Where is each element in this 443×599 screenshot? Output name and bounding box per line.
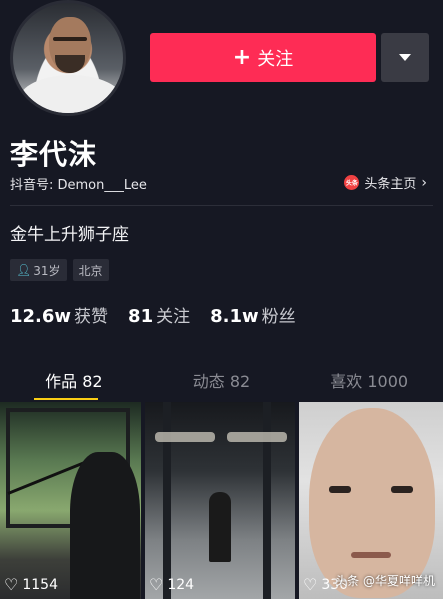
avatar-beard bbox=[55, 55, 85, 73]
follow-button[interactable]: + 关注 bbox=[150, 33, 376, 82]
tab-moments[interactable]: 动态 82 bbox=[148, 362, 296, 400]
person-icon: 👤︎ bbox=[16, 263, 32, 277]
heart-icon: ♡ bbox=[303, 575, 318, 594]
city-label: 北京 bbox=[78, 263, 103, 278]
heart-icon: ♡ bbox=[149, 575, 164, 594]
chevron-down-icon bbox=[399, 54, 411, 61]
profile-name: 李代沫 bbox=[10, 138, 98, 171]
face-mouth bbox=[351, 552, 391, 558]
video-thumbnail[interactable]: ♡ 124 bbox=[145, 402, 295, 599]
toutiao-icon: 头条 bbox=[344, 175, 360, 190]
stat-followers-num: 8.1w bbox=[210, 306, 259, 327]
face-eye bbox=[329, 486, 351, 493]
stat-followers[interactable]: 8.1w 粉丝 bbox=[210, 302, 296, 327]
age-label: 31岁 bbox=[33, 263, 61, 278]
profile-stats: 12.6w 获赞 81 关注 8.1w 粉丝 bbox=[10, 302, 296, 327]
toutiao-home-link[interactable]: 头条 头条主页 › bbox=[344, 173, 427, 192]
watermark: 头条 @华夏咩咩机 bbox=[335, 572, 435, 589]
chevron-right-icon: › bbox=[421, 174, 427, 191]
divider bbox=[10, 205, 433, 206]
stat-likes-label: 获赞 bbox=[74, 307, 109, 327]
video-likes: ♡ 124 bbox=[149, 575, 195, 594]
profile-tabs: 作品 82 动态 82 喜欢 1000 bbox=[0, 362, 443, 400]
age-tag: 👤︎ 31岁 bbox=[10, 259, 67, 281]
heart-icon: ♡ bbox=[4, 575, 19, 594]
face-eye bbox=[391, 486, 413, 493]
watermark-text: 头条 @华夏咩咩机 bbox=[335, 574, 435, 588]
face-closeup bbox=[309, 408, 435, 598]
profile-tags: 👤︎ 31岁 北京 bbox=[10, 259, 109, 281]
video-grid: ♡ 1154 ♡ 124 ♡ 330 头条 @华夏咩咩机 bbox=[0, 402, 443, 599]
stat-following[interactable]: 81 关注 bbox=[128, 302, 190, 327]
profile-bio: 金牛上升狮子座 bbox=[10, 225, 129, 245]
avatar-brow bbox=[53, 37, 87, 41]
stat-followers-label: 粉丝 bbox=[261, 307, 296, 327]
city-tag: 北京 bbox=[72, 259, 109, 281]
stat-following-label: 关注 bbox=[156, 307, 191, 327]
stat-likes[interactable]: 12.6w 获赞 bbox=[10, 302, 108, 327]
more-options-button[interactable] bbox=[381, 33, 429, 82]
plus-icon: + bbox=[232, 44, 252, 70]
video-likes-count: 124 bbox=[167, 577, 195, 593]
toutiao-label: 头条主页 bbox=[364, 177, 417, 192]
tab-works[interactable]: 作品 82 bbox=[0, 362, 148, 400]
ceiling-light bbox=[155, 432, 215, 442]
singer-silhouette bbox=[70, 452, 140, 599]
stat-likes-num: 12.6w bbox=[10, 306, 72, 327]
douyin-id: 抖音号: Demon___Lee bbox=[10, 178, 147, 193]
video-likes: ♡ 1154 bbox=[4, 575, 58, 594]
gym-figure bbox=[209, 492, 231, 562]
avatar-shirt bbox=[19, 75, 123, 113]
video-thumbnail[interactable]: ♡ 330 头条 @华夏咩咩机 bbox=[299, 402, 443, 599]
tab-likes[interactable]: 喜欢 1000 bbox=[295, 362, 443, 400]
stat-following-num: 81 bbox=[128, 306, 154, 327]
avatar[interactable] bbox=[10, 0, 126, 116]
follow-label: 关注 bbox=[257, 48, 294, 70]
video-thumbnail[interactable]: ♡ 1154 bbox=[0, 402, 141, 599]
video-likes-count: 1154 bbox=[22, 577, 58, 593]
ceiling-light bbox=[227, 432, 287, 442]
